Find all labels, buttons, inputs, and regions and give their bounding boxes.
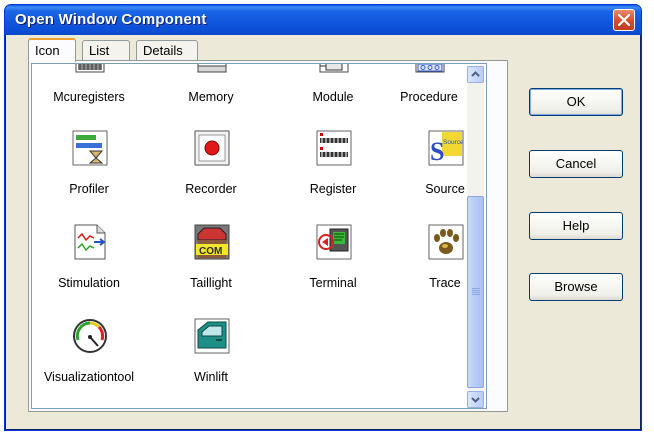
tab-icon[interactable]: Icon <box>28 38 76 62</box>
winlift-icon <box>194 318 230 354</box>
item-label: Memory <box>188 90 234 104</box>
title-bar[interactable]: Open Window Component <box>5 5 641 35</box>
list-item-register[interactable]: Register <box>278 130 388 210</box>
trace-icon <box>428 224 464 260</box>
list-item-stimulation[interactable]: Stimulation <box>34 224 144 304</box>
item-label: Register <box>309 182 357 196</box>
open-window-component-dialog: Open Window Component Icon List Details <box>4 4 642 431</box>
visualizationtool-icon <box>73 319 107 353</box>
scroll-down-button[interactable] <box>467 391 484 408</box>
tab-label: Icon <box>35 43 60 58</box>
item-label: Stimulation <box>58 276 120 290</box>
window-title: Open Window Component <box>15 11 207 28</box>
mcuregisters-icon <box>75 64 105 73</box>
cancel-button[interactable]: Cancel <box>529 150 623 178</box>
tab-list[interactable]: List <box>82 40 130 60</box>
browse-button[interactable]: Browse <box>529 273 623 301</box>
terminal-icon <box>316 224 352 260</box>
list-item-taillight[interactable]: COM Taillight <box>156 224 266 304</box>
source-icon-text: Source <box>443 139 464 146</box>
component-icon-list[interactable]: Mcuregisters Memory Module Procedure Pro… <box>31 63 487 409</box>
scroll-thumb[interactable] <box>467 196 484 388</box>
item-label: Recorder <box>185 182 237 196</box>
item-label: Taillight <box>190 276 232 290</box>
list-item-mcuregisters[interactable]: Mcuregisters <box>34 64 144 118</box>
list-item-memory[interactable]: Memory <box>156 64 266 118</box>
source-icon: S Source <box>428 130 464 166</box>
tab-details[interactable]: Details <box>136 40 198 60</box>
item-label: Mcuregisters <box>53 90 125 104</box>
module-icon <box>319 64 349 73</box>
list-item-recorder[interactable]: Recorder <box>156 130 266 210</box>
ok-button[interactable]: OK <box>529 88 623 116</box>
list-item-winlift[interactable]: Winlift <box>156 318 266 398</box>
procedure-icon <box>415 64 445 73</box>
item-label: Module <box>312 90 354 104</box>
tab-label: List <box>89 43 110 58</box>
item-label: Winlift <box>193 370 229 384</box>
list-item-profiler[interactable]: Profiler <box>34 130 144 210</box>
item-label: Visualizationtool <box>43 370 135 384</box>
close-icon <box>618 14 630 26</box>
tab-panel: Mcuregisters Memory Module Procedure Pro… <box>28 60 508 412</box>
item-label: Profiler <box>69 182 109 196</box>
scroll-up-button[interactable] <box>467 66 484 83</box>
register-icon <box>316 130 352 166</box>
chevron-down-icon <box>471 397 480 403</box>
profiler-icon <box>72 130 108 166</box>
tab-label: Details <box>143 43 183 58</box>
list-item-module[interactable]: Module <box>278 64 388 118</box>
list-item-visualizationtool[interactable]: Visualizationtool <box>34 318 144 398</box>
taillight-icon-text: COM <box>199 246 222 257</box>
help-button[interactable]: Help <box>529 212 623 240</box>
item-label: Terminal <box>309 276 357 290</box>
memory-icon <box>197 64 227 73</box>
taillight-icon: COM <box>194 224 230 260</box>
chevron-up-icon <box>471 71 480 77</box>
recorder-icon <box>194 130 230 166</box>
vertical-scrollbar[interactable] <box>467 66 484 408</box>
close-button[interactable] <box>613 9 635 31</box>
list-item-terminal[interactable]: Terminal <box>278 224 388 304</box>
stimulation-icon <box>74 224 106 260</box>
